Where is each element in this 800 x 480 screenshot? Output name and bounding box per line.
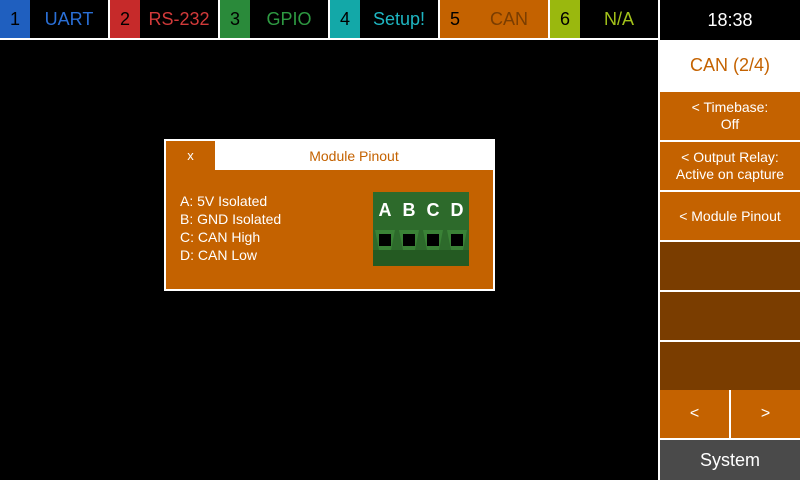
pin-a-label: A: 5V Isolated (180, 193, 268, 209)
timebase-button[interactable]: < Timebase: Off (660, 92, 800, 140)
dialog-body: A: 5V Isolated B: GND Isolated C: CAN Hi… (166, 170, 493, 289)
tab-number: 1 (0, 0, 30, 38)
pin-c-label: C: CAN High (180, 229, 261, 245)
tab-na[interactable]: 6 N/A (550, 0, 658, 38)
empty-slot (660, 242, 800, 290)
empty-slot (660, 292, 800, 340)
tab-number: 5 (440, 0, 470, 38)
pin-hole (451, 234, 463, 246)
prev-page-button[interactable]: < (660, 390, 729, 438)
tab-rs232[interactable]: 2 RS-232 (110, 0, 218, 38)
button-value: Active on capture (675, 166, 785, 182)
sidebar: CAN (2/4) < Timebase: Off < Output Relay… (658, 40, 800, 480)
tab-number: 2 (110, 0, 140, 38)
terminal-block-icon: A B C D (373, 192, 469, 266)
dialog-header: x Module Pinout (166, 141, 493, 170)
close-button[interactable]: x (166, 141, 215, 170)
empty-slot (660, 342, 800, 390)
output-relay-button[interactable]: < Output Relay: Active on capture (660, 142, 800, 190)
terminal-block-base (373, 250, 469, 266)
tab-label: GPIO (250, 0, 328, 38)
button-label: < Output Relay: (681, 149, 779, 165)
button-label: < Module Pinout (679, 207, 781, 224)
module-pinout-dialog: x Module Pinout A: 5V Isolated B: GND Is… (164, 139, 495, 291)
system-button[interactable]: System (660, 440, 800, 480)
tab-bar: 1 UART 2 RS-232 3 GPIO 4 Setup! 5 CAN 6 … (0, 0, 660, 40)
next-page-button[interactable]: > (731, 390, 800, 438)
tab-label: CAN (470, 0, 548, 38)
pin-hole (427, 234, 439, 246)
dialog-title: Module Pinout (309, 147, 399, 164)
connector-letter-b: B (403, 200, 416, 220)
tab-bar-underline (0, 38, 660, 40)
tab-label: Setup! (360, 0, 438, 38)
tab-label: UART (30, 0, 108, 38)
connector-letter-a: A (379, 200, 392, 220)
pin-hole (379, 234, 391, 246)
tab-setup[interactable]: 4 Setup! (330, 0, 438, 38)
sidebar-title: CAN (2/4) (660, 40, 800, 90)
tab-number: 6 (550, 0, 580, 38)
pin-d-label: D: CAN Low (180, 247, 258, 263)
pin-list: A: 5V Isolated B: GND Isolated C: CAN Hi… (180, 192, 281, 264)
tab-uart[interactable]: 1 UART (0, 0, 108, 38)
module-pinout-button[interactable]: < Module Pinout (660, 192, 800, 240)
connector-letter-d: D (451, 200, 464, 220)
connector-letter-c: C (427, 200, 440, 220)
tab-label: N/A (580, 0, 658, 38)
tab-number: 3 (220, 0, 250, 38)
tab-label: RS-232 (140, 0, 218, 38)
button-value: Off (720, 116, 740, 132)
tab-can[interactable]: 5 CAN (440, 0, 548, 38)
clock: 18:38 (660, 0, 800, 40)
button-label: < Timebase: (691, 99, 769, 115)
tab-gpio[interactable]: 3 GPIO (220, 0, 328, 38)
pin-hole (403, 234, 415, 246)
tab-number: 4 (330, 0, 360, 38)
pin-b-label: B: GND Isolated (180, 211, 282, 227)
